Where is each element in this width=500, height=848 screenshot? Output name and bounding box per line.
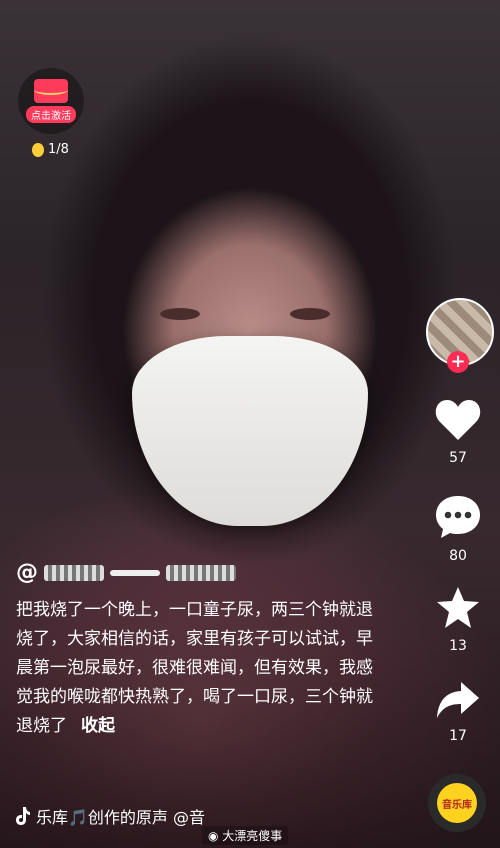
video-detail-left-eye [160,308,200,320]
tiktok-note-icon [16,807,30,825]
favorite-button[interactable]: 13 [430,586,486,654]
music-library-badge: 音乐库 [437,783,477,823]
coin-progress-text: 1/8 [48,142,69,157]
follow-plus-button[interactable]: + [447,351,469,373]
star-icon [437,587,479,628]
heart-icon [435,400,481,440]
music-title: 乐库🎵创作的原声 @音 [36,808,206,827]
post-caption: 把我烧了一个晚上，一口童子尿，两三个钟就退烧了，大家相信的话，家里有孩子可以试试… [16,596,378,741]
like-count: 57 [449,450,467,466]
comment-count: 80 [449,548,467,564]
watermark-text: 大漂亮傻事 [222,829,283,843]
gold-coin-icon [32,142,44,157]
comment-button[interactable]: 80 [430,494,486,564]
creator-username[interactable]: @ [16,560,236,585]
share-arrow-icon [437,682,479,718]
collapse-link[interactable]: 收起 [81,716,115,736]
share-button[interactable]: 17 [430,680,486,744]
caption-text: 把我烧了一个晚上，一口童子尿，两三个钟就退烧了，大家相信的话，家里有孩子可以试试… [16,600,373,736]
music-info[interactable]: 乐库🎵创作的原声 @音 [16,804,205,828]
video-detail-right-eye [290,308,330,320]
weibo-watermark: ◉ 大漂亮傻事 [202,826,289,845]
weibo-logo-icon: ◉ [208,829,223,843]
blurred-username [166,564,236,581]
blurred-username [110,569,160,576]
username-at-sign: @ [16,560,38,585]
music-disc-button[interactable]: 音乐库 [428,774,486,832]
comment-bubble-icon [436,496,480,538]
red-envelope-icon [34,79,68,103]
reward-activate-label: 点击激活 [26,106,76,123]
reward-widget[interactable]: 点击激活 [18,68,84,134]
like-button[interactable]: 57 [430,398,486,466]
coin-progress: 1/8 [32,142,69,157]
blurred-username [44,564,104,581]
favorite-count: 13 [449,638,467,654]
share-count: 17 [449,728,467,744]
